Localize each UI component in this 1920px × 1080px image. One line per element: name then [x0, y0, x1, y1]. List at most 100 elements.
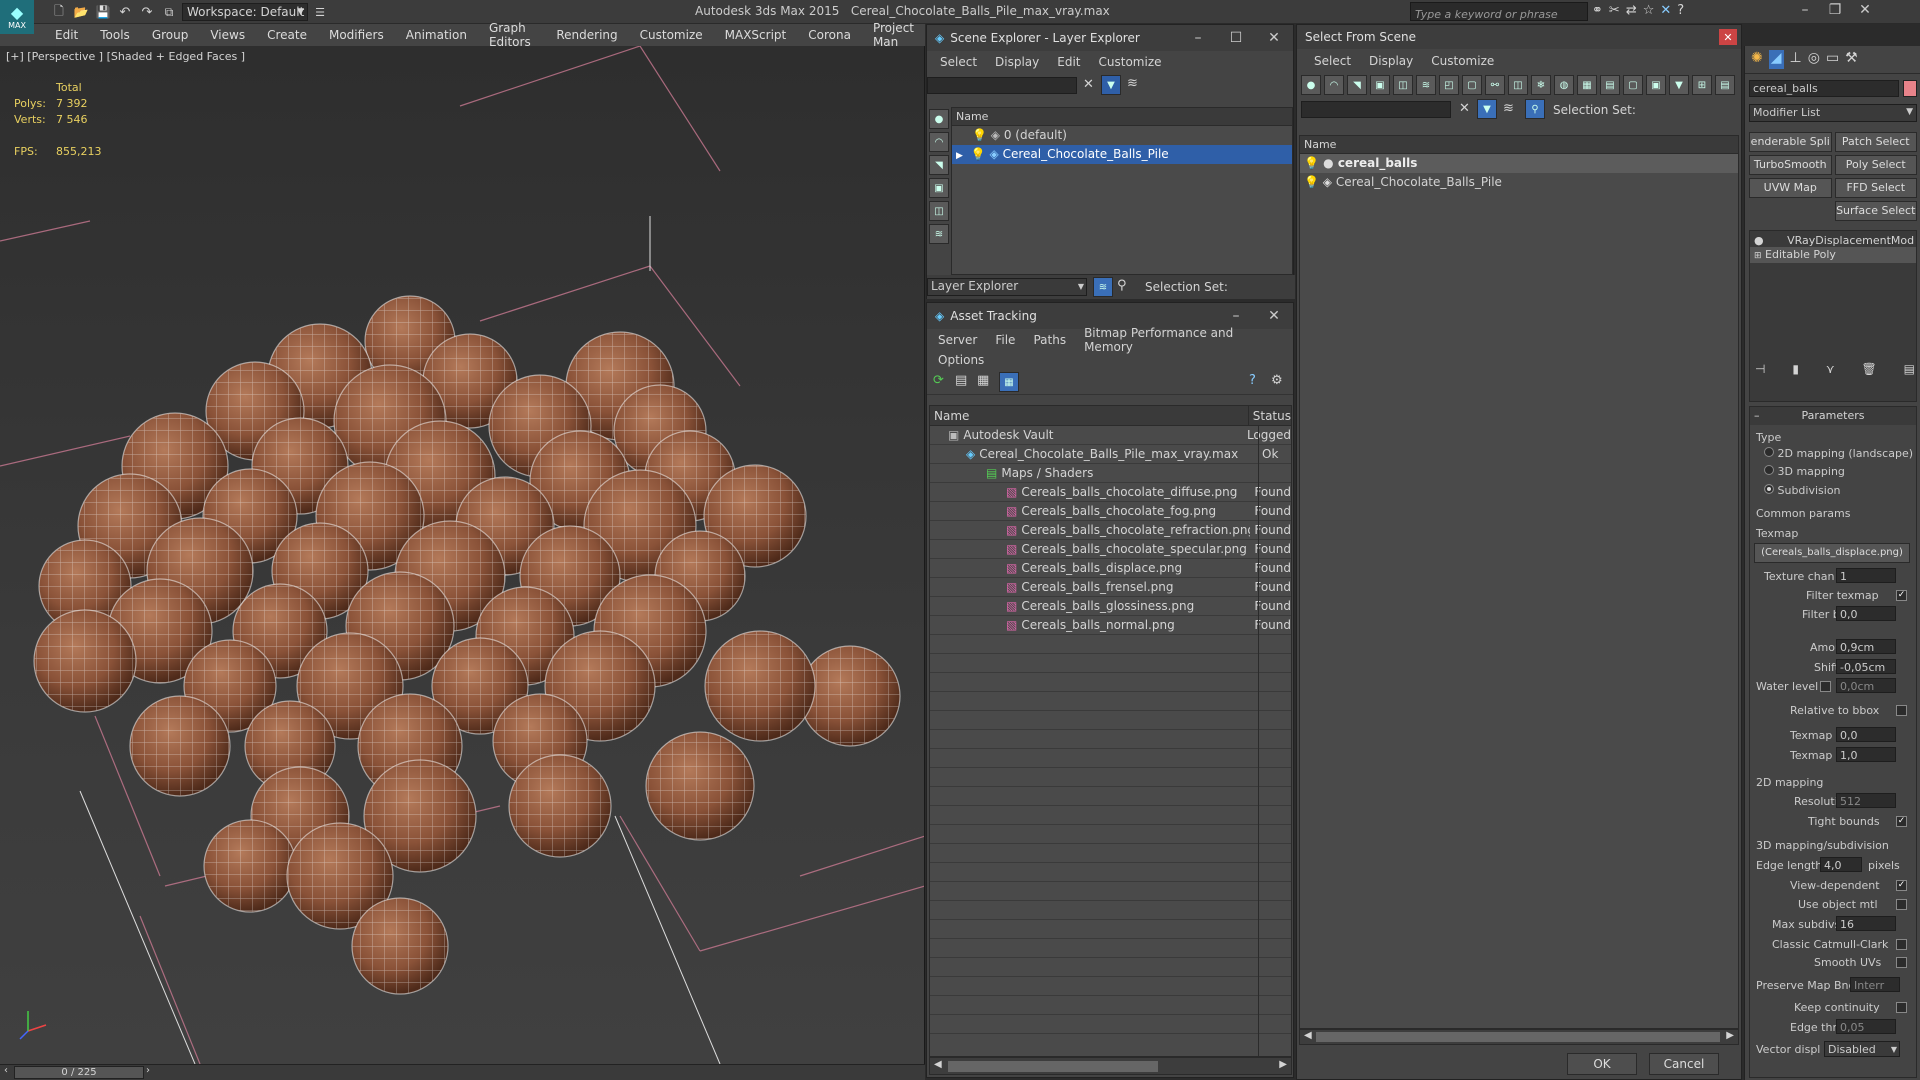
- binoculars-icon[interactable]: ⚭: [1592, 3, 1603, 18]
- use-object-mtl-checkbox[interactable]: [1896, 899, 1907, 910]
- show-end-result-icon[interactable]: ▮: [1792, 362, 1799, 376]
- renderable-spline-button[interactable]: enderable Spli: [1749, 132, 1832, 152]
- layer-row[interactable]: 💡 ◈ 0 (default): [952, 126, 1292, 145]
- display-helpers-icon[interactable]: ◫: [929, 201, 949, 221]
- select-invert-icon[interactable]: ▣: [1646, 75, 1666, 95]
- asset-row[interactable]: ▧ Cereals_balls_glossiness.png Found: [930, 597, 1291, 616]
- surface-select-button[interactable]: Surface Select: [1834, 201, 1917, 221]
- filter-icon[interactable]: ▼: [1101, 75, 1121, 95]
- object-row[interactable]: 💡 ◈ Cereal_Chocolate_Balls_Pile: [1300, 173, 1738, 192]
- radio-subdivision[interactable]: Subdivision: [1764, 484, 1841, 497]
- classic-catmull-clark-checkbox[interactable]: [1896, 939, 1907, 950]
- select-all-icon[interactable]: ▤: [1600, 75, 1620, 95]
- col-name-header[interactable]: Name: [930, 406, 1249, 425]
- clear-search-icon[interactable]: ✕: [1083, 77, 1094, 92]
- menu-modifiers[interactable]: Modifiers: [318, 28, 395, 42]
- close-icon[interactable]: ✕: [1850, 2, 1880, 18]
- scroll-left-icon[interactable]: ◀: [1304, 1030, 1312, 1041]
- display-tab-icon[interactable]: ▭: [1826, 50, 1839, 69]
- ffd-select-button[interactable]: FFD Select: [1834, 178, 1917, 198]
- ok-button[interactable]: OK: [1567, 1053, 1637, 1075]
- hierarchy-mode-icon[interactable]: ⚲: [1525, 99, 1545, 119]
- menu-corona[interactable]: Corona: [797, 28, 862, 42]
- resolution-spinner[interactable]: 512: [1836, 793, 1896, 808]
- filter-spacewarps-icon[interactable]: ≋: [1416, 75, 1436, 95]
- help-icon[interactable]: ?: [1249, 373, 1256, 388]
- select-from-scene-title-bar[interactable]: Select From Scene ✕: [1297, 25, 1741, 49]
- minimize-icon[interactable]: –: [1221, 308, 1251, 324]
- parameters-rollout-header[interactable]: – Parameters: [1750, 407, 1916, 425]
- utilities-tab-icon[interactable]: ⚒: [1845, 50, 1858, 69]
- scroll-right-icon[interactable]: ▶: [1726, 1030, 1734, 1041]
- radio-2d-mapping[interactable]: 2D mapping (landscape): [1764, 447, 1913, 460]
- select-none-icon[interactable]: ▢: [1623, 75, 1643, 95]
- layers-toggle-icon[interactable]: ≋: [1127, 76, 1138, 91]
- water-level-checkbox[interactable]: [1820, 681, 1831, 692]
- amount-spinner[interactable]: 0,9cm: [1836, 639, 1896, 654]
- keep-continuity-checkbox[interactable]: [1896, 1002, 1907, 1013]
- minimize-icon[interactable]: –: [1790, 2, 1820, 18]
- close-icon[interactable]: ✕: [1259, 30, 1289, 46]
- remove-modifier-icon[interactable]: 🗑: [1862, 362, 1877, 376]
- menu-file[interactable]: File: [986, 333, 1024, 347]
- modifier-list-dropdown[interactable]: Modifier List ▼: [1749, 104, 1917, 122]
- tools-icon[interactable]: ✂: [1609, 3, 1620, 18]
- menu-edit[interactable]: Edit: [44, 28, 89, 42]
- asset-row[interactable]: ◈ Cereal_Chocolate_Balls_Pile_max_vray.ma…: [930, 445, 1291, 464]
- relative-to-bbox-checkbox[interactable]: [1896, 705, 1907, 716]
- motion-tab-icon[interactable]: ◎: [1808, 50, 1820, 69]
- vector-displ-dropdown[interactable]: Disabled ▼: [1824, 1041, 1900, 1057]
- close-icon[interactable]: ✕: [1259, 308, 1289, 324]
- pin-stack-icon[interactable]: ⊣: [1755, 362, 1765, 376]
- turbosmooth-button[interactable]: TurboSmooth: [1749, 155, 1832, 175]
- filter-geometry-icon[interactable]: ●: [1301, 75, 1321, 95]
- poly-select-button[interactable]: Poly Select: [1834, 155, 1917, 175]
- radio-3d-mapping[interactable]: 3D mapping: [1764, 465, 1845, 478]
- make-unique-icon[interactable]: ⋎: [1826, 362, 1835, 376]
- menu-options[interactable]: Options: [929, 353, 993, 367]
- search-input[interactable]: Type a keyword or phrase: [1410, 2, 1588, 21]
- help-icon[interactable]: ?: [1677, 3, 1684, 18]
- pin-icon[interactable]: ☰: [312, 3, 328, 21]
- scrollbar-thumb[interactable]: [948, 1061, 1158, 1072]
- menu-group[interactable]: Group: [141, 28, 200, 42]
- layer-mode-icon[interactable]: ≋: [1093, 277, 1113, 297]
- collapse-icon[interactable]: ▤: [1715, 75, 1735, 95]
- maximize-icon[interactable]: ☐: [1221, 30, 1251, 46]
- menu-create[interactable]: Create: [256, 28, 318, 42]
- list-view-icon[interactable]: ▤: [955, 373, 967, 388]
- filter-bones-icon[interactable]: ⚯: [1485, 75, 1505, 95]
- menu-customize[interactable]: Customize: [1422, 54, 1503, 68]
- filter-frozen-icon[interactable]: ❄: [1531, 75, 1551, 95]
- project-icon[interactable]: ⧉: [160, 3, 178, 21]
- asset-row[interactable]: ▧ Cereals_balls_chocolate_refraction.png F…: [930, 521, 1291, 540]
- star-icon[interactable]: ☆: [1643, 3, 1655, 18]
- layers-icon[interactable]: ≋: [1503, 101, 1514, 116]
- edge-thresh-spinner[interactable]: 0,05: [1836, 1019, 1896, 1034]
- display-lights-icon[interactable]: ◥: [929, 155, 949, 175]
- asset-row[interactable]: ▧ Cereals_balls_normal.png Found: [930, 616, 1291, 635]
- shift-spinner[interactable]: -0,05cm: [1836, 659, 1896, 674]
- edge-length-spinner[interactable]: 4,0: [1820, 857, 1862, 872]
- hierarchy-tab-icon[interactable]: ⊥: [1790, 50, 1802, 69]
- col-status-header[interactable]: Status: [1249, 406, 1291, 425]
- filter-texmap-checkbox[interactable]: ✓: [1896, 590, 1907, 601]
- expand-icon[interactable]: ⊞: [1754, 251, 1762, 261]
- menu-rendering[interactable]: Rendering: [545, 28, 628, 42]
- hierarchy-icon[interactable]: ⊞: [1692, 75, 1712, 95]
- filter-all-icon[interactable]: ▦: [1577, 75, 1597, 95]
- menu-tools[interactable]: Tools: [89, 28, 141, 42]
- water-level-spinner[interactable]: 0,0cm: [1836, 678, 1896, 693]
- menu-display[interactable]: Display: [1360, 54, 1422, 68]
- texmap-button[interactable]: (Cereals_balls_displace.png): [1754, 543, 1910, 563]
- horizontal-scrollbar[interactable]: ◀ ▶: [1299, 1029, 1739, 1045]
- minimize-icon[interactable]: –: [1183, 30, 1213, 46]
- max-subdivs-spinner[interactable]: 16: [1836, 916, 1896, 931]
- asset-row[interactable]: ▧ Cereals_balls_chocolate_fog.png Found: [930, 502, 1291, 521]
- display-cameras-icon[interactable]: ▣: [929, 178, 949, 198]
- asset-row[interactable]: ▧ Cereals_balls_chocolate_diffuse.png Foun…: [930, 483, 1291, 502]
- filter-groups-icon[interactable]: ◰: [1439, 75, 1459, 95]
- filter-xrefs-icon[interactable]: ▢: [1462, 75, 1482, 95]
- next-frame-icon[interactable]: ›: [146, 1065, 150, 1076]
- stack-item[interactable]: ● VRayDisplacementMod: [1750, 231, 1916, 247]
